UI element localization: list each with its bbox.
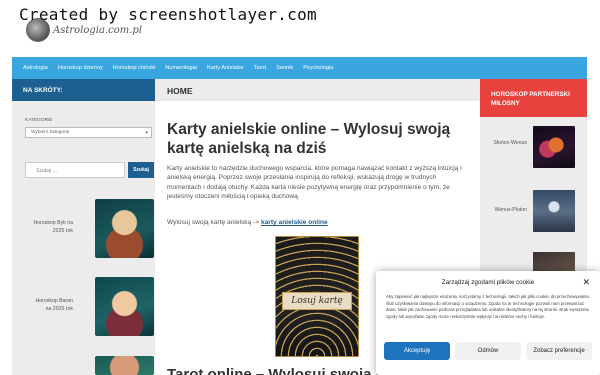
breadcrumb-home[interactable]: HOME	[167, 86, 193, 96]
post-link-line: Wylosuj swoją kartę anielską -> karty an…	[167, 219, 328, 226]
consent-title: Zarządzaj zgodami plików cookie	[441, 279, 535, 286]
nav-item-numerologia[interactable]: Numerologia	[165, 65, 197, 71]
post-thumbnail-wenus-pluton[interactable]	[533, 190, 575, 232]
card-label: Losuj kartę	[282, 292, 352, 310]
category-select[interactable]: Wybierz kategorię ▾	[25, 127, 152, 138]
preferences-button[interactable]: Zobacz preferencje	[526, 342, 592, 360]
shortcuts-heading: NA SKRÓTY:	[12, 79, 155, 101]
search-button[interactable]: Szukaj	[128, 162, 154, 178]
close-icon[interactable]: ✕	[582, 277, 590, 288]
main-navigation: Astrologia Horoskop dzienny Horoskop chi…	[12, 57, 587, 79]
logo-text: Astrologia.com.pl	[53, 24, 143, 36]
post-thumbnail-slonce-wenus[interactable]	[533, 126, 575, 168]
watermark-text: Created by screenshotlayer.com	[19, 5, 317, 24]
category-select-value: Wybierz kategorię	[31, 130, 70, 135]
post-thumbnail-horoskop-baran[interactable]	[95, 277, 154, 336]
post-thumbnail-next[interactable]	[95, 356, 154, 375]
post-title-wenus-pluton[interactable]: Wenus-Pluton	[485, 207, 528, 215]
nav-item-astrologia[interactable]: Astrologia	[23, 65, 48, 71]
draw-card-image[interactable]: Losuj kartę	[275, 236, 359, 357]
accept-button[interactable]: Akceptuję	[384, 342, 450, 360]
chevron-down-icon: ▾	[145, 130, 148, 136]
nav-item-sennik[interactable]: Sennik	[276, 65, 293, 71]
post-title-slonce-wenus[interactable]: Słońce-Wenus	[485, 140, 527, 148]
post-title-horoskop-baran[interactable]: Horoskop Baran na 2025 rok	[31, 298, 74, 313]
nav-item-karty-anielskie[interactable]: Karty Anielskie	[207, 65, 244, 71]
post-title-horoskop-byk[interactable]: Horoskop Byk na 2025 rok	[31, 220, 73, 235]
cookie-consent-dialog: Zarządzaj zgodami plików cookie ✕ Aby za…	[376, 271, 600, 375]
left-sidebar: NA SKRÓTY: KATEGORIE Wybierz kategorię ▾…	[12, 79, 155, 375]
categories-label: KATEGORIE	[25, 118, 53, 123]
nav-item-horoskop-dzienny[interactable]: Horoskop dzienny	[58, 65, 103, 71]
love-horoscope-heading: HOROSKOP PARTNERSKI MIŁOSNY	[480, 79, 587, 117]
breadcrumb-bar: HOME	[155, 79, 480, 101]
angel-cards-link[interactable]: karty anielskie online	[261, 219, 328, 226]
deny-button[interactable]: Odmów	[455, 342, 521, 360]
consent-text: Aby zapewnić jak najlepsze wrażenia, kor…	[386, 294, 589, 319]
nav-item-tarot[interactable]: Tarot	[254, 65, 266, 71]
post-title[interactable]: Karty anielskie online – Wylosuj swoją k…	[167, 120, 467, 158]
post-thumbnail-horoskop-byk[interactable]	[95, 199, 154, 258]
post-link-prefix: Wylosuj swoją kartę anielską ->	[167, 219, 260, 226]
nav-item-psychologia[interactable]: Psychologia	[303, 65, 333, 71]
nav-item-horoskop-chinski[interactable]: Horoskop chiński	[113, 65, 156, 71]
post-body: Karty anielskie to narzędzie duchowego w…	[167, 165, 462, 200]
search-input[interactable]: Szukaj …	[25, 162, 125, 178]
